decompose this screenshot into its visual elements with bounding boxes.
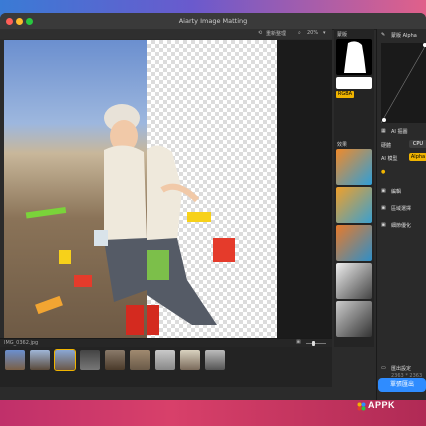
effect-thumbnail[interactable] (336, 225, 372, 261)
brush-icon[interactable]: ✎ (381, 32, 385, 38)
window-title: Aiarty Image Matting (178, 17, 248, 25)
alpha-curve-illustration (380, 43, 426, 124)
rgba-thumbnail[interactable] (336, 77, 372, 89)
effect-thumbnail[interactable] (336, 149, 372, 185)
mask-sidebar: 蒙版 RGBA 效果 (334, 29, 374, 347)
filmstrip-thumb[interactable] (105, 350, 125, 370)
filmstrip-thumb[interactable] (205, 350, 225, 370)
effect-thumbnail[interactable] (336, 301, 372, 337)
info-icon: ● (381, 169, 386, 175)
export-button[interactable]: 單張匯出 (378, 378, 426, 392)
filmstrip-thumb[interactable] (130, 350, 150, 370)
app-window: Aiarty Image Matting ⟲ 重新整理 ⌕ 20% ▾ IMG_… (0, 13, 426, 400)
rgba-tag: RGBA (336, 91, 354, 98)
mask-label: 蒙版 (337, 32, 348, 38)
title-bar: Aiarty Image Matting (0, 13, 426, 30)
filmstrip-thumb[interactable] (155, 350, 175, 370)
mask-thumbnail[interactable] (336, 39, 372, 75)
alpha-mask-header: 蒙版 Alpha (391, 33, 417, 39)
child-photo-illustration (25, 104, 147, 335)
edit-label[interactable]: 編輯 (391, 188, 401, 195)
filmstrip-thumb[interactable] (80, 350, 100, 370)
image-icon: ▣ (296, 339, 301, 345)
canvas-padding (277, 40, 332, 338)
zoom-slider-handle[interactable] (312, 341, 315, 346)
mask-silhouette-illustration (344, 41, 366, 73)
filmstrip-thumb-selected[interactable] (54, 349, 76, 371)
reset-icon[interactable]: ⟲ (258, 30, 262, 36)
reset-button[interactable]: 重新整理 (266, 30, 286, 37)
ai-matting-icon: ▦ (381, 128, 386, 134)
zoom-slider-track[interactable] (306, 343, 326, 344)
canvas-toolbar: ⟲ 重新整理 ⌕ 20% ▾ (0, 29, 332, 39)
ai-model-label: AI 模型 (381, 156, 398, 162)
zoom-level[interactable]: 20% (307, 30, 318, 36)
filmstrip-thumb[interactable] (180, 350, 200, 370)
filmstrip-thumb[interactable] (5, 350, 25, 370)
image-canvas[interactable] (4, 40, 332, 338)
alpha-curve-graph[interactable] (380, 43, 426, 124)
ai-matting-label: AI 摳圖 (391, 129, 408, 135)
image-filmstrip (0, 347, 332, 387)
export-settings-label[interactable]: 匯出設定 (391, 365, 411, 372)
edge-refine-label[interactable]: 細節優化 (391, 222, 411, 229)
edit-icon: ▣ (381, 188, 386, 194)
region-select-icon: ▣ (381, 205, 386, 211)
original-photo (4, 40, 147, 338)
chevron-down-icon[interactable]: ▾ (323, 30, 326, 36)
brand-logo-icon (357, 402, 366, 411)
export-settings-icon: ▭ (381, 365, 386, 371)
effect-thumbnail[interactable] (336, 187, 372, 223)
ai-model-alpha-option[interactable]: Alpha (409, 153, 426, 161)
effect-thumbnail[interactable] (336, 263, 372, 299)
brand-watermark: APPK (368, 400, 396, 410)
current-filename: IMG_0362.jpg (4, 340, 39, 346)
search-icon[interactable]: ⌕ (298, 30, 301, 36)
device-label: 硬體 (381, 143, 392, 149)
effects-label: 效果 (337, 142, 348, 148)
edge-refine-icon: ▣ (381, 222, 386, 228)
filmstrip-thumb[interactable] (30, 350, 50, 370)
region-select-label[interactable]: 區域選擇 (391, 205, 411, 212)
matted-transparent-preview (147, 40, 277, 338)
properties-panel: ✎ 蒙版 Alpha ▦ AI 摳圖 硬體 CPU AI 模型 Alpha ● … (376, 29, 426, 400)
device-cpu-option[interactable]: CPU (409, 140, 426, 148)
matted-subject-illustration (147, 145, 235, 335)
